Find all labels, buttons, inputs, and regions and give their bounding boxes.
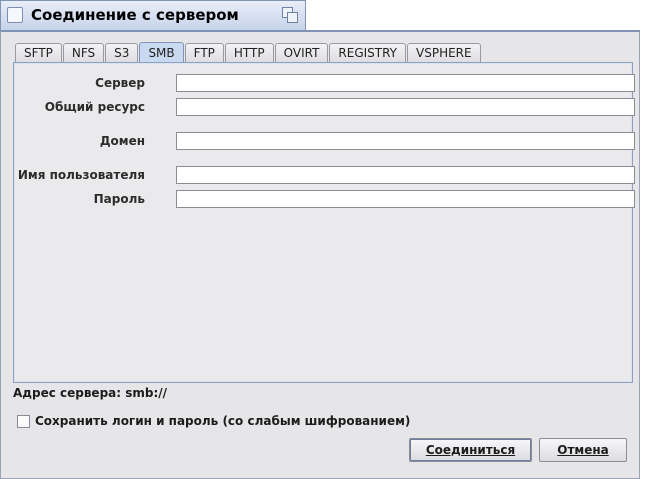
cancel-button[interactable]: Отмена bbox=[539, 438, 627, 462]
server-address: Адрес сервера: smb:// bbox=[13, 386, 168, 400]
share-input[interactable] bbox=[176, 98, 635, 116]
tab-nfs[interactable]: NFS bbox=[62, 43, 105, 62]
save-credentials-label[interactable]: Сохранить логин и пароль (со слабым шифр… bbox=[35, 414, 410, 428]
domain-input[interactable] bbox=[176, 132, 635, 150]
window-menu-icon[interactable] bbox=[7, 7, 23, 23]
username-input[interactable] bbox=[176, 166, 635, 184]
password-input[interactable] bbox=[176, 190, 635, 208]
tab-vsphere[interactable]: VSPHERE bbox=[407, 43, 481, 62]
save-credentials-checkbox[interactable] bbox=[17, 414, 30, 428]
smb-form-panel: Сервер Общий ресурс Домен Имя пользовате… bbox=[13, 62, 635, 383]
tab-smb[interactable]: SMB bbox=[139, 42, 184, 62]
password-label: Пароль bbox=[93, 192, 145, 206]
tab-registry[interactable]: REGISTRY bbox=[329, 43, 407, 62]
connect-button[interactable]: Соединиться bbox=[409, 438, 532, 462]
tab-sftp[interactable]: SFTP bbox=[15, 43, 62, 62]
save-credentials-row[interactable]: Сохранить логин и пароль (со слабым шифр… bbox=[17, 414, 410, 428]
tab-s3[interactable]: S3 bbox=[105, 43, 139, 62]
maximize-icon[interactable] bbox=[282, 7, 299, 24]
tab-http[interactable]: HTTP bbox=[224, 43, 274, 62]
server-label: Сервер bbox=[95, 76, 145, 90]
domain-label: Домен bbox=[99, 134, 145, 148]
tab-ftp[interactable]: FTP bbox=[184, 43, 224, 62]
title-bar[interactable]: Соединение с сервером bbox=[0, 0, 306, 30]
connect-dialog: SFTP NFS S3 SMB FTP HTTP OVIRT REGISTRY … bbox=[0, 30, 640, 479]
server-input[interactable] bbox=[176, 74, 635, 92]
window-title: Соединение с сервером bbox=[31, 6, 239, 24]
share-label: Общий ресурс bbox=[44, 100, 145, 114]
tab-ovirt[interactable]: OVIRT bbox=[274, 43, 329, 62]
protocol-tabs: SFTP NFS S3 SMB FTP HTTP OVIRT REGISTRY … bbox=[15, 42, 482, 63]
username-label: Имя пользователя bbox=[17, 168, 145, 182]
